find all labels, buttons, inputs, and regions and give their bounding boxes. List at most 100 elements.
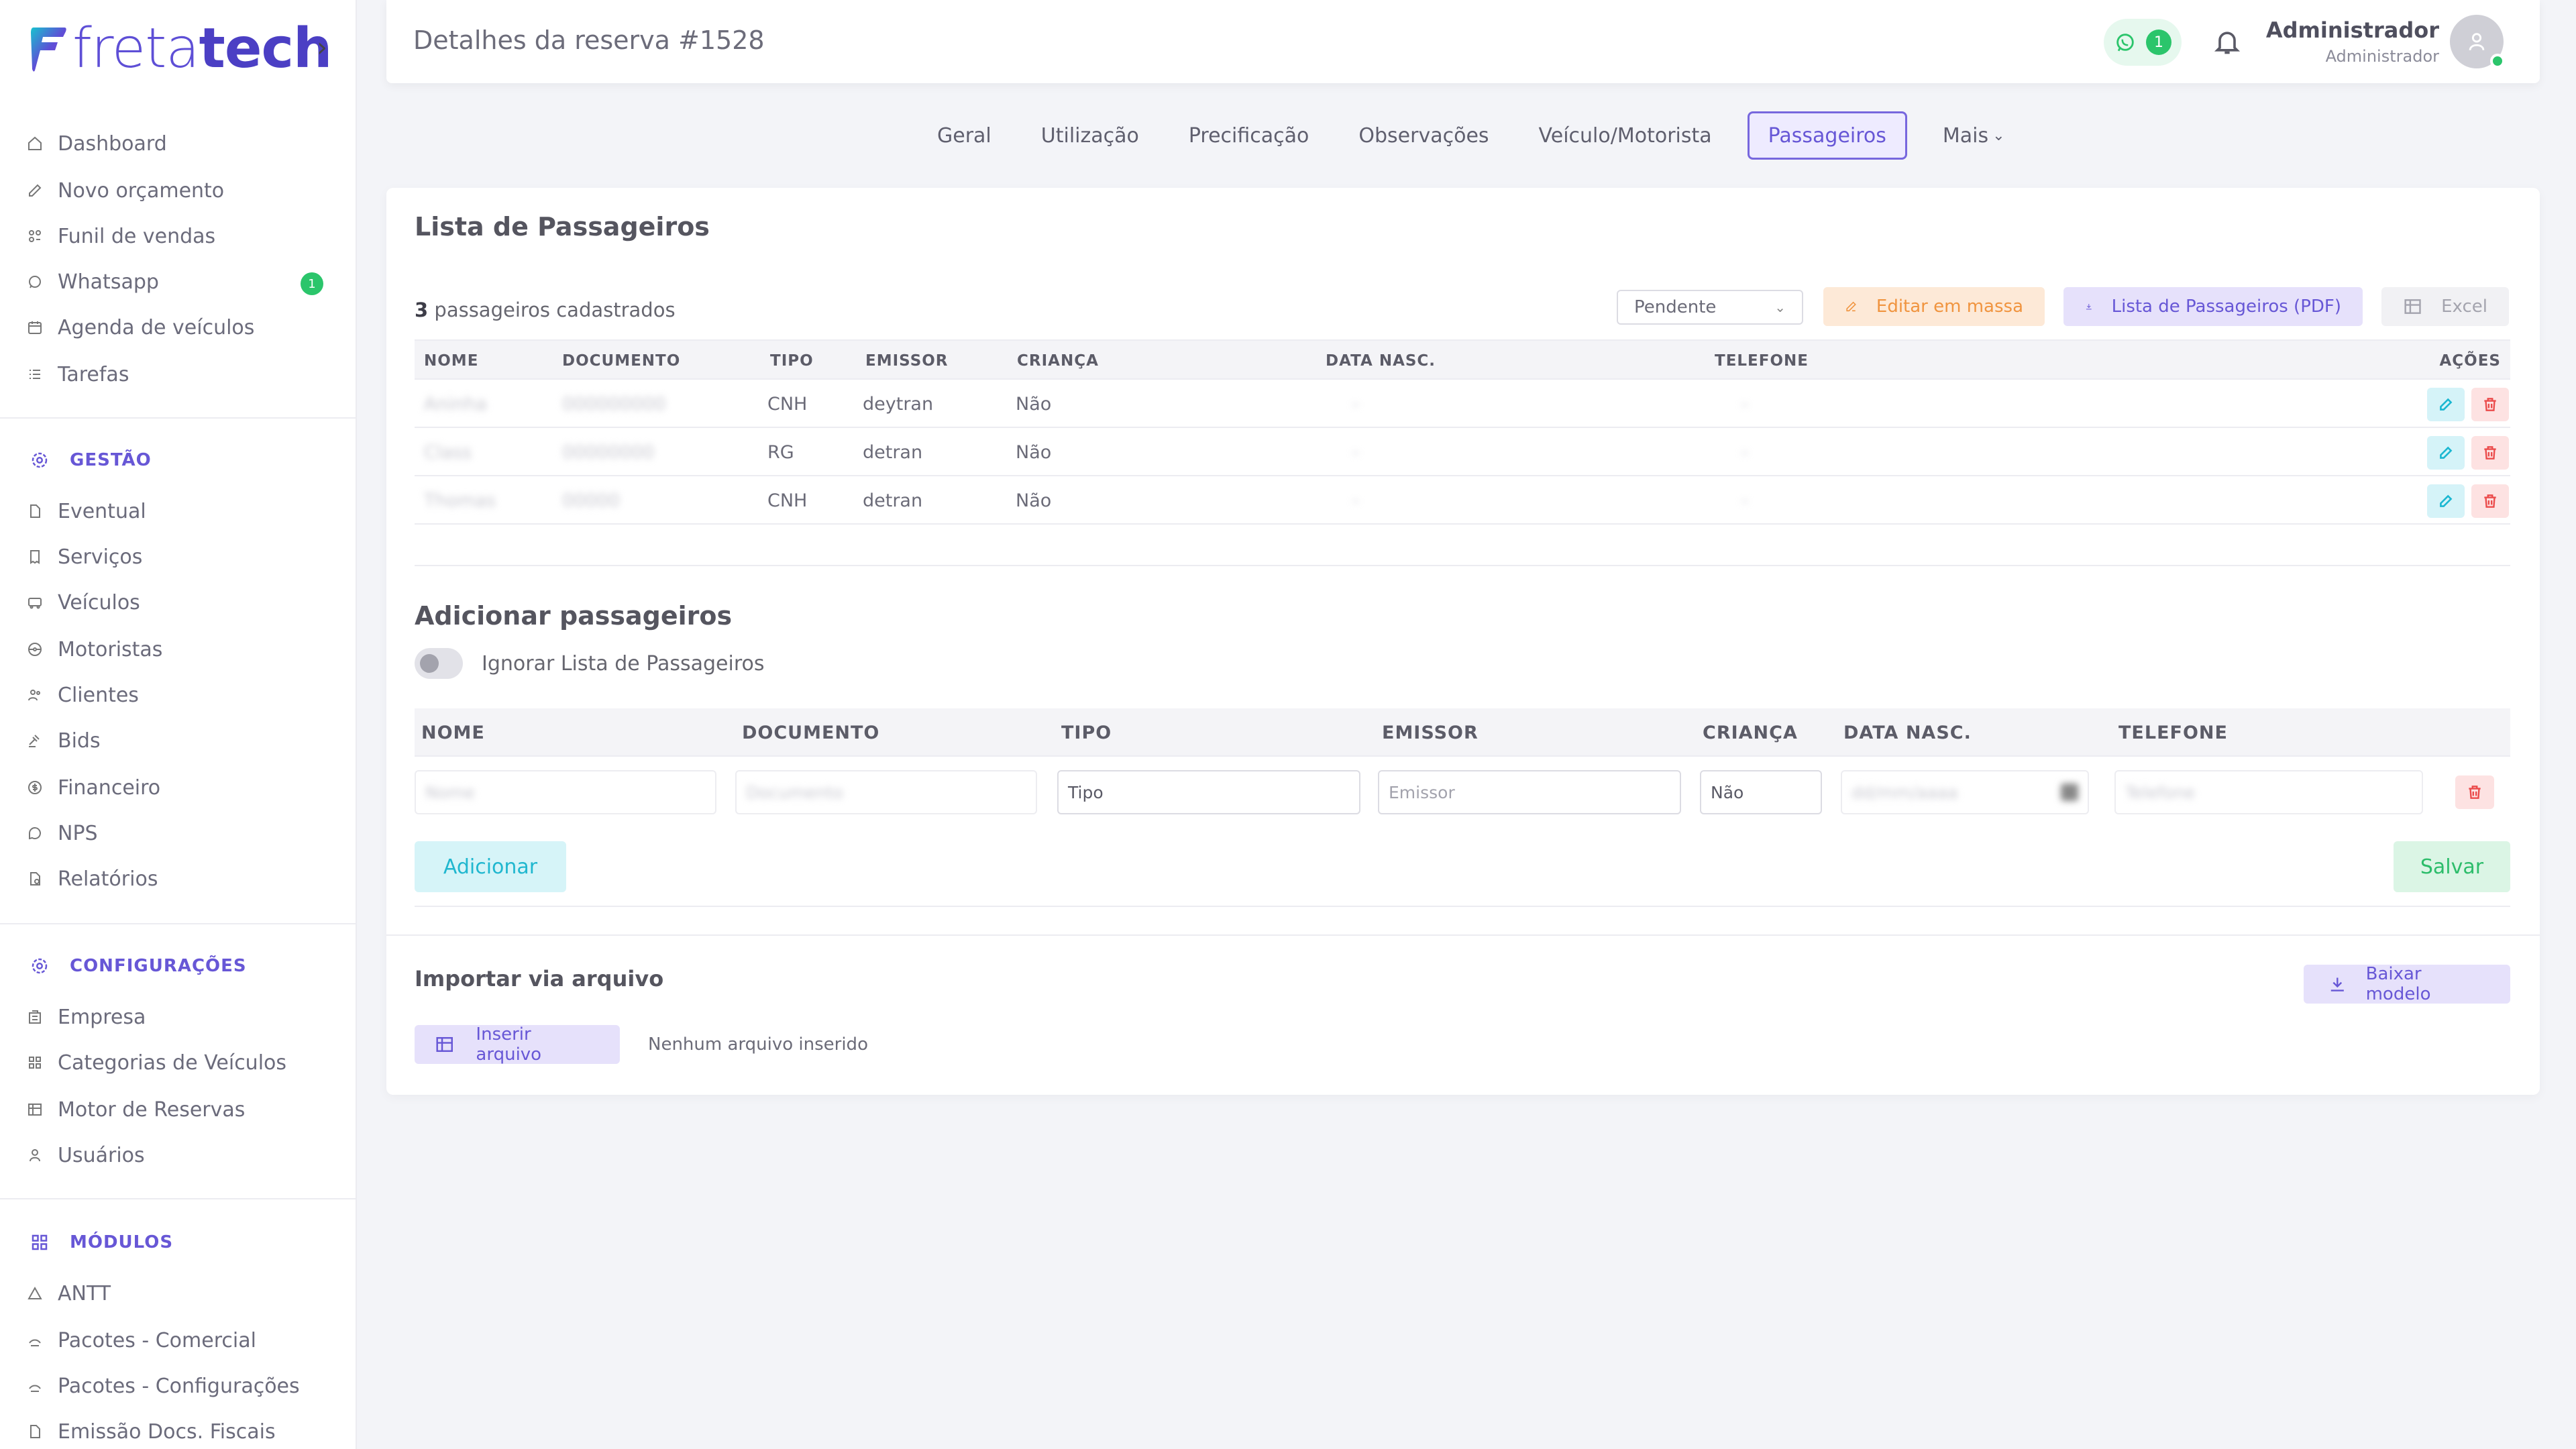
steering-wheel-icon xyxy=(27,641,43,657)
excel-label: Excel xyxy=(2441,297,2487,317)
excel-button[interactable]: Excel xyxy=(2381,287,2509,326)
remove-row-button[interactable] xyxy=(2455,775,2494,809)
sidebar-item-novo-orcamento[interactable]: Novo orçamento xyxy=(27,173,342,208)
sidebar-item-whatsapp[interactable]: Whatsapp 1 xyxy=(27,264,342,299)
download-template-button[interactable]: Baixar modelo xyxy=(2304,964,2510,1004)
sidebar-item-veiculos[interactable]: Veículos xyxy=(27,585,342,620)
documento-input[interactable]: Documento xyxy=(735,770,1037,814)
section-title-gestao: GESTÃO xyxy=(30,447,152,474)
column-header: DATA NASC. xyxy=(1843,722,1972,743)
calendar-icon[interactable] xyxy=(2061,784,2078,801)
column-header[interactable]: EMISSOR xyxy=(865,341,949,381)
user-icon xyxy=(27,1147,43,1163)
sidebar-item-clientes[interactable]: Clientes xyxy=(27,678,342,712)
cell-tipo: RG xyxy=(767,441,794,463)
sidebar-item-agenda[interactable]: Agenda de veículos xyxy=(27,310,342,345)
sidebar-item-categorias[interactable]: Categorias de Veículos xyxy=(27,1045,342,1080)
tab-observacoes[interactable]: Observações xyxy=(1334,111,1513,160)
cell-tipo: CNH xyxy=(767,393,808,415)
user-menu[interactable]: Administrador Administrador xyxy=(2266,17,2439,66)
save-button[interactable]: Salvar xyxy=(2394,841,2510,892)
sidebar-item-funil-de-vendas[interactable]: Funil de vendas xyxy=(27,219,342,254)
column-header: EMISSOR xyxy=(1382,722,1479,743)
modules-grid-icon xyxy=(32,1234,48,1250)
tab-geral[interactable]: Geral xyxy=(912,111,1016,160)
tab-utilizacao[interactable]: Utilização xyxy=(1016,111,1164,160)
sidebar-item-tarefas[interactable]: Tarefas xyxy=(27,357,342,392)
column-header: AÇÕES xyxy=(2439,352,2501,370)
status-select[interactable]: Pendente ⌄ xyxy=(1617,290,1803,325)
report-icon xyxy=(27,871,43,887)
tab-passageiros[interactable]: Passageiros xyxy=(1747,111,1907,160)
sidebar-item-financeiro[interactable]: Financeiro xyxy=(27,770,342,805)
edit-icon xyxy=(1846,301,1856,312)
column-header[interactable]: NOME xyxy=(424,341,478,381)
bell-icon[interactable] xyxy=(2212,27,2242,56)
documento-placeholder: Documento xyxy=(746,782,843,802)
sidebar-item-bids[interactable]: Bids xyxy=(27,723,342,758)
triangle-icon xyxy=(27,1285,43,1301)
sidebar-item-servicos[interactable]: Serviços xyxy=(27,539,342,574)
telefone-input[interactable]: Telefone xyxy=(2114,770,2423,814)
sidebar-item-pacotes-comercial[interactable]: Pacotes - Comercial xyxy=(27,1323,342,1358)
column-header[interactable]: TIPO xyxy=(770,341,814,381)
bulk-edit-label: Editar em massa xyxy=(1876,297,2023,317)
passenger-list-title: Lista de Passageiros xyxy=(415,212,710,241)
sidebar-item-empresa[interactable]: Empresa xyxy=(27,1000,342,1034)
sidebar-item-label: Agenda de veículos xyxy=(58,315,255,339)
column-header[interactable]: DATA NASC. xyxy=(1326,341,1436,381)
tab-veiculo-motorista[interactable]: Veículo/Motorista xyxy=(1514,111,1737,160)
sidebar-item-dashboard[interactable]: Dashboard xyxy=(27,126,342,161)
sidebar-item-motoristas[interactable]: Motoristas xyxy=(27,632,342,667)
delete-passenger-button[interactable] xyxy=(2471,388,2509,421)
tab-mais[interactable]: Mais ⌄ xyxy=(1918,111,2030,160)
sidebar-item-emissao-docs[interactable]: Emissão Docs. Fiscais xyxy=(27,1414,342,1449)
cell-nome: Aninha xyxy=(424,393,487,415)
table-row: Thomas 00000 CNH detran Não - - xyxy=(415,476,2510,525)
edit-passenger-button[interactable] xyxy=(2427,436,2465,470)
bulk-edit-button[interactable]: Editar em massa xyxy=(1823,287,2045,326)
passenger-count-suffix: passageiros cadastrados xyxy=(434,299,676,321)
sidebar-collapse-icon[interactable]: › xyxy=(317,32,327,63)
emissor-placeholder: Emissor xyxy=(1389,782,1455,802)
emissor-input[interactable]: Emissor xyxy=(1378,770,1681,814)
tab-precificacao[interactable]: Precificação xyxy=(1164,111,1334,160)
sidebar-item-label: Veículos xyxy=(58,590,140,614)
delete-passenger-button[interactable] xyxy=(2471,436,2509,470)
tipo-select[interactable]: Tipo xyxy=(1057,770,1360,814)
sidebar-item-usuarios[interactable]: Usuários xyxy=(27,1138,342,1173)
avatar[interactable] xyxy=(2450,15,2505,68)
sidebar-item-relatorios[interactable]: Relatórios xyxy=(27,861,342,896)
whatsapp-notification-button[interactable]: 1 xyxy=(2104,19,2182,66)
home-icon xyxy=(27,136,43,152)
funnel-icon xyxy=(27,228,43,244)
column-header: NOME xyxy=(421,722,485,743)
column-header[interactable]: DOCUMENTO xyxy=(562,341,680,381)
building-icon xyxy=(27,1009,43,1025)
cell-crianca: Não xyxy=(1016,490,1052,511)
sidebar-item-motor-reservas[interactable]: Motor de Reservas xyxy=(27,1092,342,1127)
ignore-list-toggle[interactable] xyxy=(415,648,463,679)
sidebar-item-eventual[interactable]: Eventual xyxy=(27,494,342,529)
sidebar-item-antt[interactable]: ANTT xyxy=(27,1276,342,1311)
delete-passenger-button[interactable] xyxy=(2471,484,2509,518)
insert-file-button[interactable]: Inserir arquivo xyxy=(415,1024,620,1065)
pdf-list-button[interactable]: Lista de Passageiros (PDF) xyxy=(2063,287,2363,326)
list-icon xyxy=(27,366,43,382)
trash-icon xyxy=(2484,446,2496,460)
edit-passenger-button[interactable] xyxy=(2427,484,2465,518)
cell-nome: Class xyxy=(424,441,472,463)
crianca-select[interactable]: Não xyxy=(1700,770,1822,814)
edit-icon xyxy=(2440,398,2453,411)
sidebar-item-pacotes-config[interactable]: Pacotes - Configurações xyxy=(27,1368,342,1403)
column-header[interactable]: CRIANÇA xyxy=(1017,341,1099,381)
data-nasc-input[interactable]: dd/mm/aaaa xyxy=(1841,770,2089,814)
edit-passenger-button[interactable] xyxy=(2427,388,2465,421)
sidebar-item-label: Bids xyxy=(58,729,101,753)
nome-input[interactable]: Nome xyxy=(415,770,716,814)
sidebar-item-nps[interactable]: NPS xyxy=(27,816,342,851)
brand-logo[interactable]: fretatech xyxy=(30,19,332,79)
add-passenger-button[interactable]: Adicionar xyxy=(415,841,566,892)
receipt-icon xyxy=(27,549,43,565)
column-header[interactable]: TELEFONE xyxy=(1715,341,1809,381)
